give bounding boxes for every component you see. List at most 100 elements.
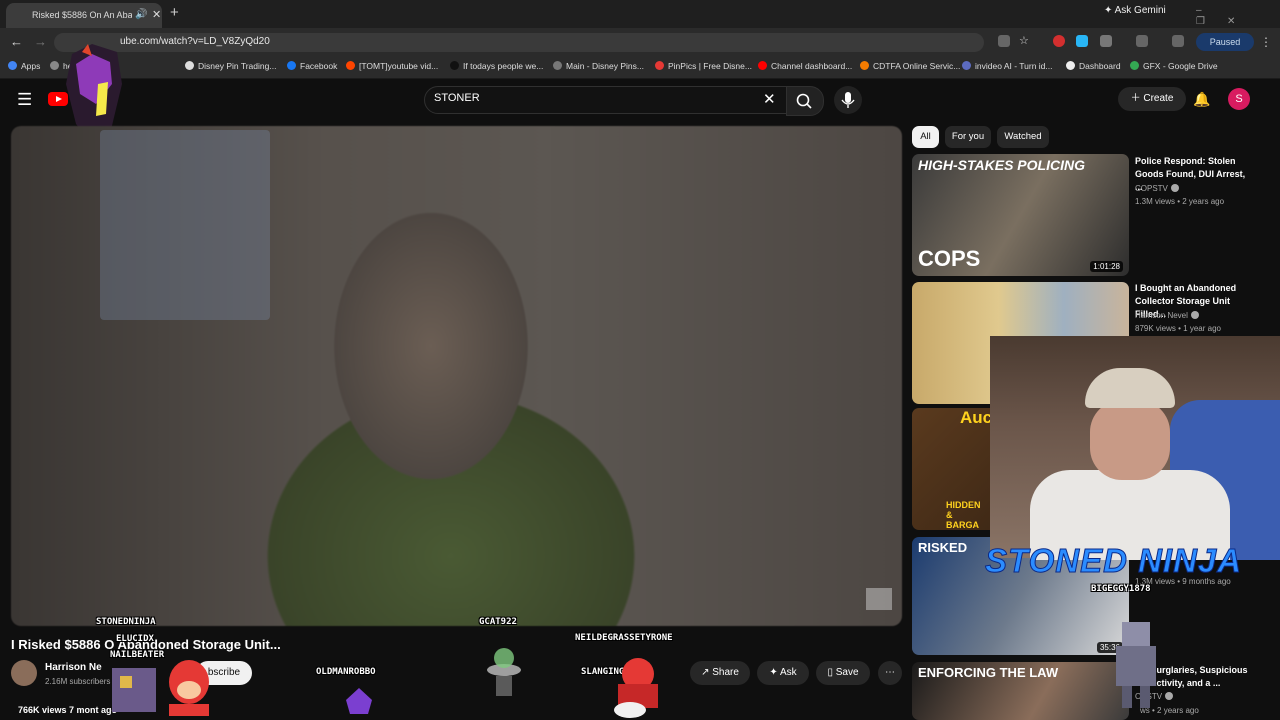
verified-check-icon bbox=[1170, 184, 1179, 192]
bookmark-item[interactable]: [TOMT]youtube vid... bbox=[346, 61, 438, 71]
recommendation-thumbnail[interactable]: ENFORCING THE LAW bbox=[912, 662, 1129, 720]
bookmark-star-icon[interactable]: ☆ bbox=[1019, 34, 1031, 47]
forward-icon[interactable]: → bbox=[34, 34, 47, 49]
viewer-sprite-knuckles bbox=[169, 660, 209, 716]
create-label: Create bbox=[1143, 93, 1174, 104]
viewer-name: GCAT922 bbox=[479, 617, 517, 627]
share-icon: ↗ bbox=[701, 667, 713, 678]
bookmark-label: Facebook bbox=[300, 61, 338, 71]
recommendation-thumbnail[interactable]: HIGH-STAKES POLICING COPS 1:01:28 bbox=[912, 154, 1129, 276]
bookmark-favicon-icon bbox=[1130, 61, 1139, 70]
extension-red-icon[interactable] bbox=[1053, 35, 1065, 47]
bookmark-label: Disney Pin Trading... bbox=[198, 61, 277, 71]
browser-menu-icon[interactable]: ⋮ bbox=[1260, 35, 1272, 49]
bookmark-label: PinPics | Free Disne... bbox=[668, 61, 752, 71]
bookmark-item[interactable]: PinPics | Free Disne... bbox=[655, 61, 752, 71]
microphone-icon bbox=[841, 92, 855, 108]
webcam-name-banner: STONED NINJA bbox=[984, 542, 1243, 580]
search-input-value[interactable]: STONER bbox=[434, 92, 480, 104]
browser-tab-active[interactable]: Risked $5886 On An Aban 🔊 ✕ bbox=[6, 3, 162, 28]
create-button[interactable]: ＋ Create bbox=[1118, 87, 1186, 111]
chip-for-you[interactable]: For you bbox=[945, 126, 991, 148]
verified-check-icon bbox=[1190, 311, 1199, 319]
viewer-name: ELUCIDX bbox=[116, 634, 154, 644]
viewer-name: NEILDEGRASSETYRONE bbox=[575, 633, 673, 643]
webcam-person-face bbox=[1090, 400, 1170, 480]
channel-avatar[interactable] bbox=[11, 660, 37, 686]
bookmark-favicon-icon bbox=[553, 61, 562, 70]
bookmark-favicon-icon bbox=[8, 61, 17, 70]
media-controls-icon[interactable] bbox=[1172, 35, 1184, 47]
save-button[interactable]: ▯ Save bbox=[816, 661, 870, 685]
thumbnail-text: HIGH-STAKES POLICING bbox=[918, 157, 1085, 173]
video-duration: 1:01:28 bbox=[1090, 261, 1123, 272]
minimize-icon[interactable]: – bbox=[1196, 5, 1224, 16]
bookmark-item[interactable]: Disney Pin Trading... bbox=[185, 61, 276, 71]
install-icon[interactable] bbox=[998, 35, 1010, 47]
sparkle-icon: ✦ bbox=[769, 667, 780, 678]
viewer-sprite-red-hero bbox=[614, 658, 658, 718]
voice-search-button[interactable] bbox=[834, 86, 862, 114]
bookmark-label: Channel dashboard... bbox=[771, 61, 853, 71]
restore-icon[interactable]: ❐ bbox=[1196, 16, 1227, 27]
channel-name[interactable]: Harrison Ne bbox=[45, 662, 102, 673]
profile-paused-button[interactable]: Paused bbox=[1196, 33, 1254, 51]
bookmark-label: CDTFA Online Servic... bbox=[873, 61, 961, 71]
hamburger-menu-icon[interactable]: ☰ bbox=[17, 90, 32, 110]
subscriber-count: 2.16M subscribers bbox=[45, 677, 111, 686]
browser-tab-bar bbox=[0, 0, 1280, 28]
recommendation-channel[interactable]: Harrison Nevel bbox=[1135, 311, 1199, 320]
save-label: Save bbox=[835, 667, 859, 678]
ask-label: Ask bbox=[779, 667, 797, 678]
bookmark-favicon-icon bbox=[185, 61, 194, 70]
close-window-icon[interactable]: ✕ bbox=[1227, 16, 1257, 27]
viewer-name: STONEDNINJA bbox=[96, 617, 156, 627]
share-label: Share bbox=[712, 667, 739, 678]
ask-button[interactable]: ✦ Ask bbox=[757, 661, 809, 685]
back-icon[interactable]: ← bbox=[10, 34, 23, 49]
clear-search-icon[interactable]: ✕ bbox=[763, 90, 776, 108]
close-tab-icon[interactable]: ✕ bbox=[152, 8, 161, 21]
recommendation-channel[interactable]: COPSTV bbox=[1135, 184, 1179, 193]
bookmark-item[interactable]: CDTFA Online Servic... bbox=[860, 61, 960, 71]
chip-watched[interactable]: Watched bbox=[997, 126, 1049, 148]
bookmark-favicon-icon bbox=[450, 61, 459, 70]
bookmark-favicon-icon bbox=[50, 61, 59, 70]
speaker-icon[interactable]: 🔊 bbox=[135, 9, 147, 20]
bookmark-item[interactable]: Dashboard bbox=[1066, 61, 1121, 71]
gemini-icon: ✦ bbox=[1104, 5, 1115, 16]
bookmark-label: Main - Disney Pins... bbox=[566, 61, 644, 71]
bookmark-item[interactable]: invideo AI - Turn id... bbox=[962, 61, 1052, 71]
cast-icon[interactable] bbox=[1136, 35, 1148, 47]
share-button[interactable]: ↗ Share bbox=[690, 661, 750, 685]
extensions-puzzle-icon[interactable] bbox=[1100, 35, 1112, 47]
bookmark-item[interactable]: If todays people we... bbox=[450, 61, 543, 71]
bookmark-item[interactable]: Channel dashboard... bbox=[758, 61, 852, 71]
address-bar-url[interactable]: ube.com/watch?v=LD_V8ZyQd20 bbox=[120, 36, 270, 47]
search-button[interactable] bbox=[786, 86, 824, 116]
notifications-bell-icon[interactable]: 🔔 bbox=[1193, 91, 1210, 108]
viewer-sprite-ufo bbox=[487, 648, 521, 696]
bookmark-favicon-icon bbox=[655, 61, 664, 70]
thumbnail-text: HIDDEN & BARGA bbox=[946, 500, 981, 530]
new-tab-button[interactable]: + bbox=[170, 4, 179, 21]
window-controls[interactable]: –❐✕ bbox=[1196, 5, 1280, 27]
bookmark-label: GFX - Google Drive bbox=[1143, 61, 1218, 71]
thumbnail-text: RISKED bbox=[918, 540, 968, 555]
bookmark-label: Apps bbox=[21, 61, 41, 71]
recommendation-title[interactable]: Burglaries, Suspicious Activity, and a .… bbox=[1150, 664, 1260, 690]
verified-check-icon bbox=[1165, 692, 1174, 700]
tab-title: Risked $5886 On An Aban bbox=[32, 10, 132, 20]
account-avatar[interactable]: S bbox=[1228, 88, 1250, 110]
bookmark-item[interactable]: Apps bbox=[8, 61, 40, 71]
bookmark-item[interactable]: GFX - Google Drive bbox=[1130, 61, 1218, 71]
bookmark-item[interactable]: Facebook bbox=[287, 61, 337, 71]
bookmark-item[interactable]: Main - Disney Pins... bbox=[553, 61, 644, 71]
more-actions-button[interactable]: ⋯ bbox=[878, 661, 902, 685]
chip-all[interactable]: All bbox=[912, 126, 939, 148]
bookmark-label: invideo AI - Turn id... bbox=[975, 61, 1053, 71]
extension-blue-icon[interactable] bbox=[1076, 35, 1088, 47]
bookmark-label: Dashboard bbox=[1079, 61, 1121, 71]
more-horizontal-icon: ⋯ bbox=[885, 667, 895, 678]
ask-gemini-button[interactable]: ✦ Ask Gemini bbox=[1104, 5, 1166, 16]
